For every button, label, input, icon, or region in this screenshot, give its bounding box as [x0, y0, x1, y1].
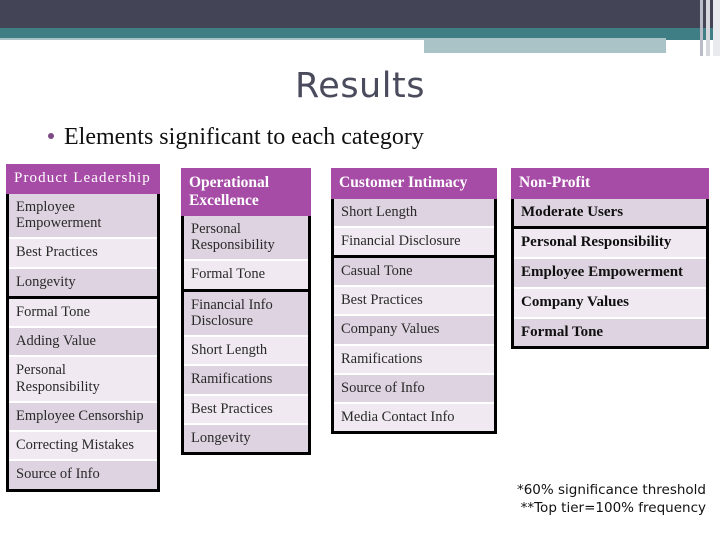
- list-item[interactable]: Company Values: [334, 316, 494, 344]
- column-operational-excellence: Operational Excellence Personal Responsi…: [181, 168, 311, 456]
- column-header-operational-excellence: Operational Excellence: [181, 168, 311, 216]
- results-columns: Product Leadership Employee Empowerment …: [0, 0, 720, 540]
- column-group-rest-non-profit: Personal Responsibility Employee Empower…: [511, 229, 709, 350]
- list-item[interactable]: Personal Responsibility: [9, 357, 157, 401]
- list-item[interactable]: Moderate Users: [514, 198, 706, 227]
- column-group-top-operational-excellence: Personal Responsibility Formal Tone: [181, 216, 311, 292]
- list-item[interactable]: Personal Responsibility: [184, 216, 308, 260]
- list-item[interactable]: Financial Disclosure: [334, 227, 494, 255]
- list-item[interactable]: Source of Info: [9, 461, 157, 489]
- column-group-rest-customer-intimacy: Casual Tone Best Practices Company Value…: [331, 257, 497, 435]
- column-group-rest-product-leadership: Formal Tone Adding Value Personal Respon…: [6, 298, 160, 492]
- column-group-rest-operational-excellence: Financial Info Disclosure Short Length R…: [181, 291, 311, 456]
- footnote-block: *60% significance threshold **Top tier=1…: [517, 482, 706, 518]
- list-item[interactable]: Source of Info: [334, 374, 494, 403]
- footnote-line-1: *60% significance threshold: [516, 482, 706, 498]
- list-item[interactable]: Formal Tone: [9, 298, 157, 327]
- list-item[interactable]: Company Values: [514, 288, 706, 317]
- column-customer-intimacy: Customer Intimacy Short Length Financial…: [331, 168, 497, 435]
- list-item[interactable]: Best Practices: [334, 287, 494, 315]
- column-non-profit: Non-Profit Moderate Users Personal Respo…: [511, 168, 709, 350]
- footnote-line-2: **Top tier=100% frequency: [520, 499, 706, 516]
- column-header-product-leadership: Product Leadership: [6, 164, 160, 194]
- list-item[interactable]: Short Length: [334, 198, 494, 226]
- column-product-leadership: Product Leadership Employee Empowerment …: [6, 164, 160, 492]
- list-item[interactable]: Ramifications: [184, 366, 308, 394]
- list-item[interactable]: Correcting Mistakes: [9, 432, 157, 460]
- list-item[interactable]: Employee Censorship: [9, 402, 157, 431]
- list-item[interactable]: Media Contact Info: [334, 404, 494, 432]
- list-item[interactable]: Employee Empowerment: [9, 193, 157, 238]
- list-item[interactable]: Formal Tone: [514, 318, 706, 347]
- list-item[interactable]: Casual Tone: [334, 257, 494, 286]
- column-header-customer-intimacy: Customer Intimacy: [331, 168, 497, 199]
- column-header-non-profit: Non-Profit: [511, 168, 709, 199]
- column-group-top-non-profit: Moderate Users: [511, 198, 709, 230]
- list-item[interactable]: Ramifications: [334, 345, 494, 373]
- list-item[interactable]: Best Practices: [9, 239, 157, 267]
- list-item[interactable]: Best Practices: [184, 395, 308, 423]
- list-item[interactable]: Personal Responsibility: [514, 229, 706, 258]
- list-item[interactable]: Financial Info Disclosure: [184, 291, 308, 336]
- list-item[interactable]: Adding Value: [9, 328, 157, 356]
- list-item[interactable]: Longevity: [184, 424, 308, 453]
- list-item[interactable]: Formal Tone: [184, 261, 308, 289]
- list-item[interactable]: Employee Empowerment: [514, 259, 706, 287]
- column-group-top-product-leadership: Employee Empowerment Best Practices Long…: [6, 193, 160, 299]
- column-group-top-customer-intimacy: Short Length Financial Disclosure: [331, 198, 497, 258]
- list-item[interactable]: Short Length: [184, 337, 308, 365]
- list-item[interactable]: Longevity: [9, 268, 157, 296]
